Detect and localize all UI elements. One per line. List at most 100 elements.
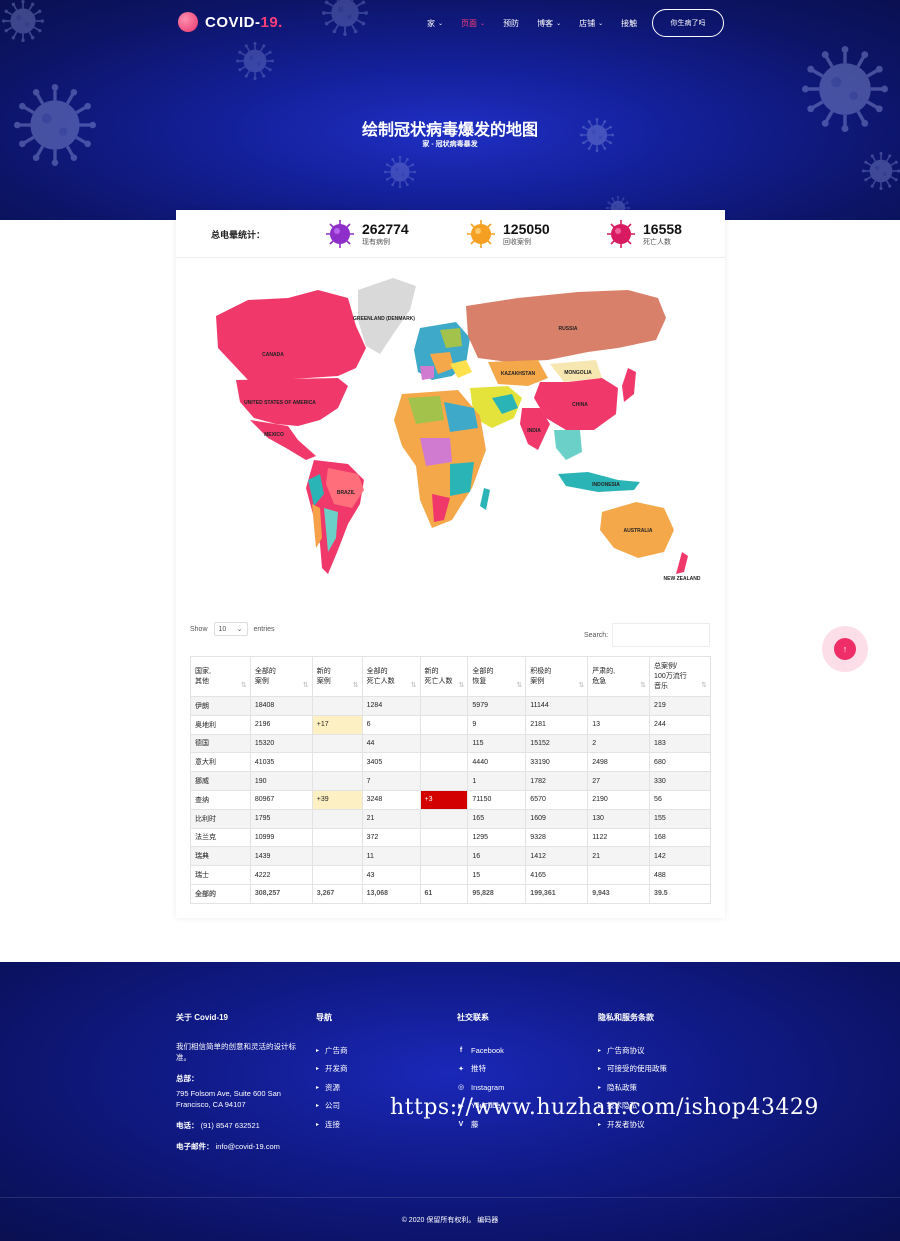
footer-link[interactable]: ▸ 广告商协议 bbox=[598, 1041, 667, 1060]
table-cell bbox=[311, 752, 363, 773]
column-header[interactable]: 严肃的, 危急 ⇅ bbox=[587, 656, 651, 697]
sort-icon[interactable]: ⇅ bbox=[701, 681, 707, 691]
table-cell: 2 bbox=[587, 733, 651, 754]
sort-icon[interactable]: ⇅ bbox=[303, 681, 309, 691]
total-cell: 3,267 bbox=[311, 883, 363, 904]
total-cell: 199,361 bbox=[525, 883, 589, 904]
column-header[interactable]: 全部的 死亡人数 ⇅ bbox=[361, 656, 421, 697]
column-header[interactable]: 新的 死亡人数 ⇅ bbox=[419, 656, 469, 697]
footer-link[interactable]: ▸ 隐私政策 bbox=[598, 1078, 667, 1097]
sort-icon[interactable]: ⇅ bbox=[459, 681, 465, 691]
footer-phone[interactable]: (91) 8547 632521 bbox=[201, 1121, 260, 1130]
virus-decoration-icon bbox=[862, 152, 900, 190]
table-row: 查纳 80967 +39 3248 +3 71150 6570 2190 56 bbox=[190, 789, 711, 810]
table-body: 伊朗 18408 1284 5979 11144 219 奥地利 2196 +17 6 9 2181 1… bbox=[190, 696, 711, 904]
table-cell: 4440 bbox=[467, 752, 527, 773]
table-search: Search: bbox=[584, 623, 711, 647]
footer-link[interactable]: ▸ 连接 bbox=[316, 1115, 348, 1134]
table-cell: 1439 bbox=[249, 846, 313, 867]
are-you-sick-button[interactable]: 你生病了吗 bbox=[652, 9, 724, 37]
table-cell: 5979 bbox=[467, 696, 527, 716]
menu-item-pages[interactable]: 页面 ⌄ bbox=[461, 18, 485, 29]
table-cell bbox=[311, 771, 363, 791]
table-row: 瑞士 4222 43 15 4165 488 bbox=[190, 865, 711, 885]
table-cell: 法兰克 bbox=[190, 827, 251, 848]
footer-email[interactable]: info@covid-19.com bbox=[216, 1142, 280, 1151]
twitter-icon: ✦ bbox=[458, 1065, 464, 1073]
menu-item-home[interactable]: 家 ⌄ bbox=[427, 18, 443, 29]
virus-orange-icon bbox=[467, 220, 495, 248]
breadcrumb[interactable]: 家 - 冠状病毒暴发 bbox=[0, 139, 900, 149]
instagram-icon: ◎ bbox=[457, 1084, 465, 1092]
table-cell: 3405 bbox=[361, 752, 421, 773]
table-cell: 2196 bbox=[249, 714, 313, 735]
brand-logo[interactable]: COVID-19. bbox=[178, 12, 283, 32]
footer-link[interactable]: ▸ 资源 bbox=[316, 1078, 348, 1097]
footer-link[interactable]: ▸ 开发商 bbox=[316, 1060, 348, 1079]
main-menu: 家 ⌄ 页面 ⌄ 预防 博客 ⌄ 店铺 ⌄ 接触 bbox=[427, 18, 655, 29]
table-cell: 13 bbox=[587, 714, 651, 735]
scroll-to-top-button[interactable]: ↑ bbox=[822, 626, 868, 672]
table-cell: 372 bbox=[361, 827, 421, 848]
table-cell: 4222 bbox=[249, 865, 313, 885]
sort-icon[interactable]: ⇅ bbox=[578, 681, 584, 691]
table-cell: 1782 bbox=[525, 771, 589, 791]
column-header[interactable]: 全部的 恢复 ⇅ bbox=[467, 656, 527, 697]
table-cell: 41035 bbox=[249, 752, 313, 773]
table-cell bbox=[587, 865, 651, 885]
sort-icon[interactable]: ⇅ bbox=[353, 681, 359, 691]
total-cell: 13,068 bbox=[361, 883, 421, 904]
menu-item-blog[interactable]: 博客 ⌄ bbox=[537, 18, 561, 29]
table-cell: 2190 bbox=[587, 789, 651, 810]
column-header[interactable]: 全部的 案例 ⇅ bbox=[249, 656, 313, 697]
stats-bar: 总电晕统计： 262774 现有病例 125050 回收案例 16558 死亡人数 bbox=[176, 210, 725, 258]
column-header[interactable]: 国家, 其他 ⇅ bbox=[190, 656, 251, 697]
social-link[interactable]: f Facebook bbox=[457, 1041, 504, 1060]
menu-item-shop[interactable]: 店铺 ⌄ bbox=[579, 18, 603, 29]
table-cell: 1412 bbox=[525, 846, 589, 867]
table-cell: 3248 bbox=[361, 789, 421, 810]
footer-hq-label: 总部： bbox=[176, 1074, 199, 1083]
virus-crimson-icon bbox=[607, 220, 635, 248]
social-link[interactable]: ◎ Instagram bbox=[457, 1078, 504, 1097]
brand-name: COVID-19. bbox=[205, 13, 283, 31]
logo-virus-icon bbox=[178, 12, 198, 32]
sort-icon[interactable]: ⇅ bbox=[516, 681, 522, 691]
map-new-zealand bbox=[676, 552, 688, 574]
watermark-text: https://www.huzhan.com/ishop43429 bbox=[390, 1095, 819, 1120]
footer-link[interactable]: ▸ 可接受的使用政策 bbox=[598, 1060, 667, 1079]
table-cell bbox=[311, 733, 363, 754]
table-cell bbox=[587, 696, 651, 716]
footer-about: 关于 Covid-19 我们相信简单的创意和灵活的设计标准。 总部： 795 F… bbox=[176, 1012, 304, 1162]
chevron-down-icon: ⌄ bbox=[236, 626, 243, 633]
table-row: 法兰克 10999 372 1295 9328 1122 168 bbox=[190, 827, 711, 848]
table-cell: 80967 bbox=[249, 789, 313, 810]
table-cell: 16 bbox=[467, 846, 527, 867]
map-label-india: INDIA bbox=[527, 428, 541, 434]
table-cell: 130 bbox=[587, 808, 651, 829]
table-cell: 43 bbox=[361, 865, 421, 885]
sort-icon[interactable]: ⇅ bbox=[411, 681, 417, 691]
menu-item-contact[interactable]: 接触 bbox=[621, 18, 637, 29]
total-cell: 全部的 bbox=[190, 883, 251, 904]
social-link[interactable]: ✦ 推特 bbox=[457, 1060, 504, 1079]
sort-icon[interactable]: ⇅ bbox=[241, 681, 247, 691]
column-header[interactable]: 新的 案例 ⇅ bbox=[311, 656, 363, 697]
sort-icon[interactable]: ⇅ bbox=[640, 681, 646, 691]
table-row: 奥地利 2196 +17 6 9 2181 13 244 bbox=[190, 714, 711, 735]
column-header[interactable]: 总案例/100万流行 音乐 ⇅ bbox=[649, 656, 711, 697]
arrow-up-icon: ↑ bbox=[834, 638, 856, 660]
caret-right-icon: ▸ bbox=[316, 1066, 320, 1073]
footer-link[interactable]: ▸ 公司 bbox=[316, 1097, 348, 1116]
column-header[interactable]: 积极的 案例 ⇅ bbox=[525, 656, 589, 697]
table-cell: 1284 bbox=[361, 696, 421, 716]
map-label-kazakhstan: KAZAKHSTAN bbox=[501, 371, 536, 377]
search-input[interactable] bbox=[612, 623, 711, 647]
menu-item-prevention[interactable]: 预防 bbox=[503, 18, 519, 29]
world-map[interactable]: CANADA UNITED STATES OF AMERICA MEXICO G… bbox=[188, 268, 713, 588]
table-cell: 244 bbox=[649, 714, 711, 735]
site-footer: 关于 Covid-19 我们相信简单的创意和灵活的设计标准。 总部： 795 F… bbox=[0, 962, 900, 1241]
page-size-select[interactable]: 10 ⌄ bbox=[213, 622, 248, 636]
footer-link[interactable]: ▸ 广告商 bbox=[316, 1041, 348, 1060]
table-totals-row: 全部的 308,257 3,267 13,068 61 95,828 199,361 9,94… bbox=[190, 883, 711, 904]
